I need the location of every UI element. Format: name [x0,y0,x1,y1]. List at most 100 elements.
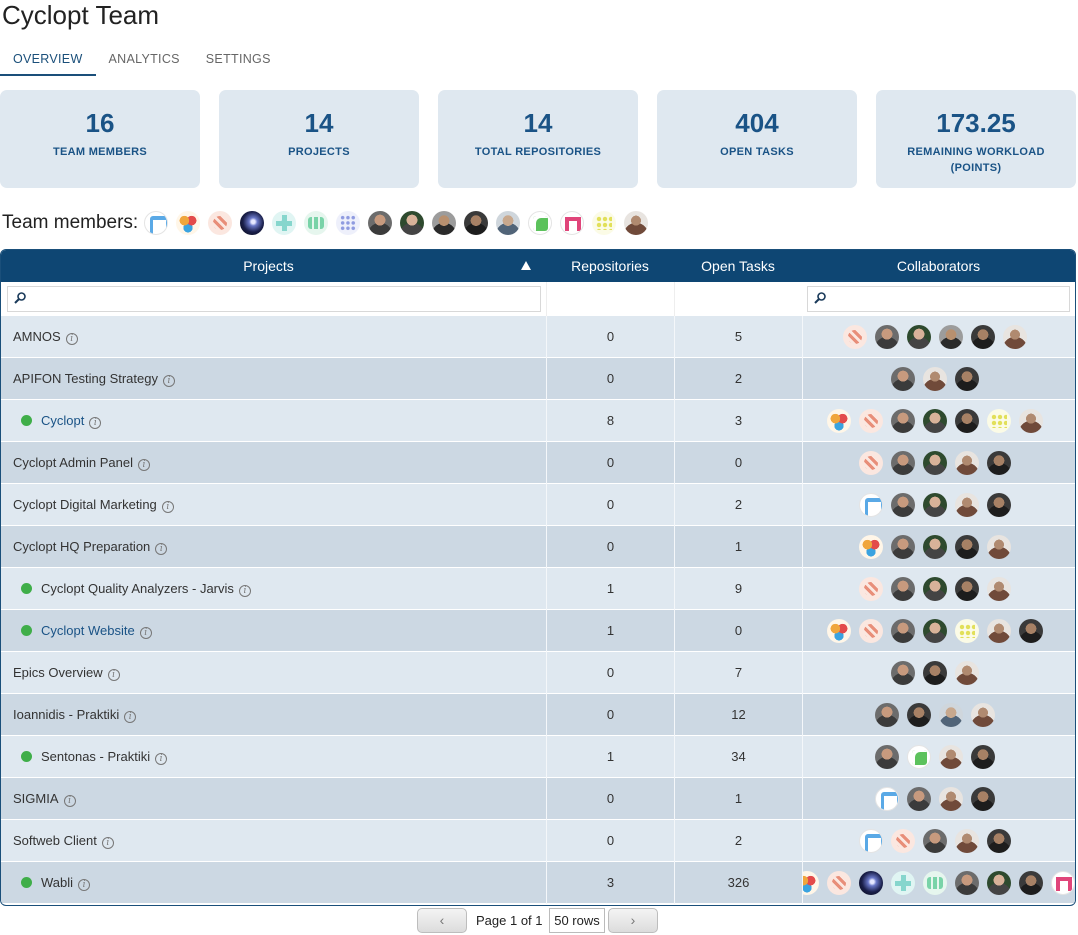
avatar[interactable] [859,577,883,601]
table-row[interactable]: APIFON Testing Strategy i 0 2 [1,358,1075,400]
avatar[interactable] [939,745,963,769]
info-icon[interactable]: i [107,669,120,681]
project-name[interactable]: Cyclopt HQ Preparation [13,539,150,554]
project-name[interactable]: Sentonas - Praktiki [41,749,150,764]
sort-ascending-icon[interactable] [521,261,531,270]
avatar[interactable] [875,703,899,727]
table-row[interactable]: Cyclopt Website i 1 0 [1,610,1075,652]
avatar[interactable] [891,577,915,601]
avatar[interactable] [272,211,297,235]
tab-settings[interactable]: SETTINGS [193,42,284,76]
avatar[interactable] [560,211,585,235]
project-name[interactable]: Ioannidis - Praktiki [13,707,119,722]
next-page-button[interactable]: › [608,908,658,933]
avatar[interactable] [827,871,851,895]
avatar[interactable] [496,211,521,235]
avatar[interactable] [939,787,963,811]
column-header-projects[interactable]: Projects [1,250,536,282]
project-name[interactable]: Epics Overview [13,665,103,680]
avatar[interactable] [1019,619,1043,643]
avatar[interactable] [971,787,995,811]
avatar[interactable] [592,211,617,235]
avatar[interactable] [859,829,883,853]
table-row[interactable]: AMNOS i 0 5 [1,316,1075,358]
avatar[interactable] [923,871,947,895]
avatar[interactable] [803,871,819,895]
project-name[interactable]: Cyclopt Website [41,623,135,638]
avatar[interactable] [144,211,169,235]
info-icon[interactable]: i [63,795,76,807]
tab-analytics[interactable]: ANALYTICS [96,42,193,76]
table-row[interactable]: Epics Overview i 0 7 [1,652,1075,694]
avatar[interactable] [955,661,979,685]
avatar[interactable] [955,829,979,853]
avatar[interactable] [923,367,947,391]
table-row[interactable]: Cyclopt Quality Analyzers - Jarvis i 1 9 [1,568,1075,610]
avatar[interactable] [923,661,947,685]
avatar[interactable] [859,409,883,433]
avatar[interactable] [891,409,915,433]
avatar[interactable] [987,871,1011,895]
avatar[interactable] [971,325,995,349]
avatar[interactable] [955,535,979,559]
avatar[interactable] [859,871,883,895]
avatar[interactable] [464,211,489,235]
info-icon[interactable]: i [89,417,102,429]
table-row[interactable]: Wabli i 3 326 [1,862,1075,904]
avatar[interactable] [368,211,393,235]
collaborators-filter-input[interactable] [808,287,1069,311]
avatar[interactable] [923,577,947,601]
column-header-repositories[interactable]: Repositories [546,250,674,282]
avatar[interactable] [955,409,979,433]
project-name[interactable]: APIFON Testing Strategy [13,371,158,386]
project-name[interactable]: Wabli [41,875,73,890]
project-name[interactable]: Cyclopt Digital Marketing [13,497,157,512]
info-icon[interactable]: i [139,627,152,639]
tab-overview[interactable]: OVERVIEW [0,42,96,76]
avatar[interactable] [859,619,883,643]
avatar[interactable] [891,619,915,643]
avatar[interactable] [240,211,265,235]
avatar[interactable] [923,409,947,433]
avatar[interactable] [891,535,915,559]
table-row[interactable]: Softweb Client i 0 2 [1,820,1075,862]
column-header-open-tasks[interactable]: Open Tasks [674,250,802,282]
avatar[interactable] [987,829,1011,853]
avatar[interactable] [907,703,931,727]
table-row[interactable]: Sentonas - Praktiki i 1 34 [1,736,1075,778]
project-name[interactable]: AMNOS [13,329,61,344]
column-header-collaborators[interactable]: Collaborators [802,250,1075,282]
avatar[interactable] [955,451,979,475]
table-row[interactable]: Cyclopt Admin Panel i 0 0 [1,442,1075,484]
avatar[interactable] [923,535,947,559]
avatar[interactable] [1051,871,1075,895]
avatar[interactable] [907,325,931,349]
table-row[interactable]: SIGMIA i 0 1 [1,778,1075,820]
avatar[interactable] [971,703,995,727]
avatar[interactable] [528,211,553,235]
avatar[interactable] [624,211,649,235]
avatar[interactable] [208,211,233,235]
avatar[interactable] [971,745,995,769]
avatar[interactable] [304,211,329,235]
avatar[interactable] [891,829,915,853]
projects-filter-input[interactable] [8,287,540,311]
info-icon[interactable]: i [238,585,251,597]
avatar[interactable] [987,577,1011,601]
avatar[interactable] [891,493,915,517]
avatar[interactable] [939,325,963,349]
avatar[interactable] [859,493,883,517]
info-icon[interactable]: i [155,753,168,765]
info-icon[interactable]: i [78,879,91,891]
avatar[interactable] [432,211,457,235]
info-icon[interactable]: i [137,459,150,471]
avatar[interactable] [1019,409,1043,433]
avatar[interactable] [907,787,931,811]
info-icon[interactable]: i [161,501,174,513]
info-icon[interactable]: i [163,375,175,387]
avatar[interactable] [891,661,915,685]
project-name[interactable]: Cyclopt Quality Analyzers - Jarvis [41,581,234,596]
avatar[interactable] [955,619,979,643]
info-icon[interactable]: i [155,543,168,555]
avatar[interactable] [843,325,867,349]
